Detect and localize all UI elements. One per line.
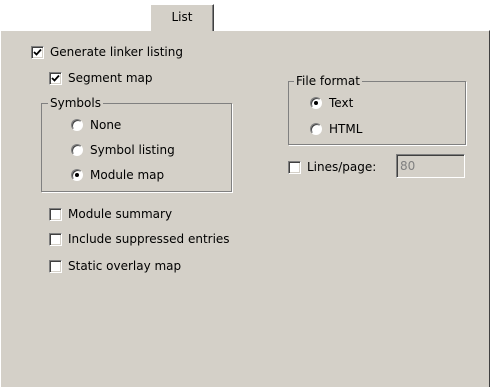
checkbox-unchecked-icon xyxy=(49,207,62,221)
radio-selected-icon xyxy=(310,97,322,109)
lines-per-page-input[interactable]: 80 xyxy=(396,154,465,178)
include-suppressed-entries-label: Include suppressed entries xyxy=(68,232,230,246)
file-format-text-label: Text xyxy=(329,96,354,110)
checkbox-unchecked-icon xyxy=(288,160,301,174)
symbols-module-map-label: Module map xyxy=(90,168,165,182)
tab-list[interactable]: List xyxy=(150,4,214,31)
radio-unselected-icon xyxy=(71,144,83,156)
segment-map-label: Segment map xyxy=(68,71,153,85)
checkbox-checked-icon xyxy=(31,45,44,59)
static-overlay-map-checkbox[interactable]: Static overlay map xyxy=(49,259,181,273)
symbols-symbol-listing-label: Symbol listing xyxy=(90,143,175,157)
symbols-symbol-listing-radio[interactable]: Symbol listing xyxy=(71,143,175,157)
static-overlay-map-label: Static overlay map xyxy=(68,259,182,273)
symbols-module-map-radio[interactable]: Module map xyxy=(71,168,164,182)
lines-per-page-checkbox[interactable]: Lines/page: xyxy=(288,160,376,174)
file-format-html-label: HTML xyxy=(329,122,363,136)
checkbox-unchecked-icon xyxy=(49,259,62,273)
checkbox-checked-icon xyxy=(49,71,62,85)
generate-linker-listing-checkbox[interactable]: Generate linker listing xyxy=(31,45,183,59)
symbols-group: Symbols None Symbol listing Module map xyxy=(41,96,232,192)
list-tab-panel: Generate linker listing Segment map Symb… xyxy=(0,30,490,387)
symbols-none-label: None xyxy=(90,118,122,132)
file-format-group: File format Text HTML xyxy=(288,74,466,145)
tab-list-label: List xyxy=(171,10,193,24)
radio-unselected-icon xyxy=(71,119,83,131)
radio-unselected-icon xyxy=(310,123,322,135)
file-format-text-radio[interactable]: Text xyxy=(310,96,353,110)
file-format-html-radio[interactable]: HTML xyxy=(310,122,362,136)
lines-per-page-label: Lines/page: xyxy=(307,160,377,174)
module-summary-checkbox[interactable]: Module summary xyxy=(49,207,172,221)
symbols-none-radio[interactable]: None xyxy=(71,118,121,132)
segment-map-checkbox[interactable]: Segment map xyxy=(49,71,152,85)
include-suppressed-entries-checkbox[interactable]: Include suppressed entries xyxy=(49,232,230,246)
symbols-group-title: Symbols xyxy=(48,96,103,110)
file-format-group-title: File format xyxy=(294,74,362,88)
checkbox-unchecked-icon xyxy=(49,232,62,246)
generate-linker-listing-label: Generate linker listing xyxy=(50,45,183,59)
module-summary-label: Module summary xyxy=(68,207,173,221)
radio-selected-icon xyxy=(71,169,83,181)
